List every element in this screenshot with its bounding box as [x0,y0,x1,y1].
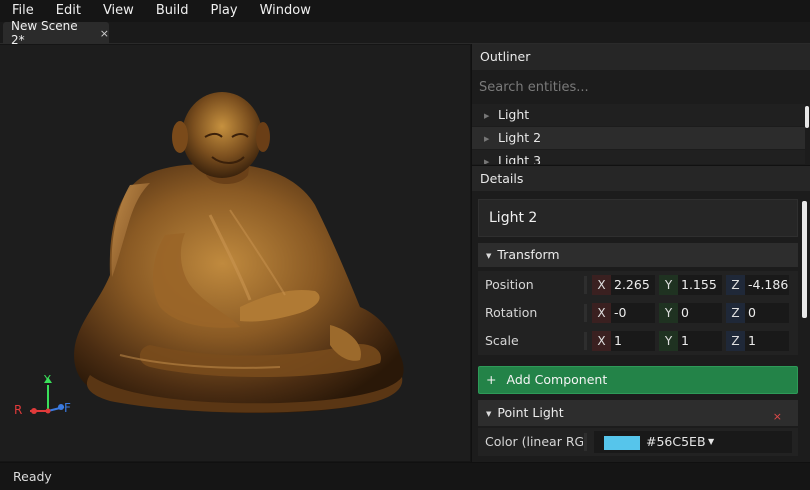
outliner-item-light-2[interactable]: ▶ Light 2 [472,127,805,149]
rotation-y-value: 0 [681,305,689,320]
scale-x-field[interactable]: X 1 [592,331,655,351]
expand-arrow-icon[interactable]: ▶ [484,151,498,165]
y-tag: Y [659,303,678,323]
outliner-item-light[interactable]: ▶ Light [472,104,805,126]
point-light-section-header[interactable]: ▼ Point Light × [478,400,798,426]
y-tag: Y [659,275,678,295]
scene-viewport[interactable]: R Y F [0,45,470,461]
document-tab-bar: New Scene 2* × [0,19,810,47]
gizmo-z-label: F [64,401,71,415]
position-x-field[interactable]: X 2.265 [592,275,655,295]
rotation-z-field[interactable]: Z 0 [726,303,789,323]
tab-label: New Scene 2* [11,19,78,47]
z-tag: Z [726,331,745,351]
collapse-caret-icon: ▼ [486,409,492,418]
status-text: Ready [13,469,52,484]
add-component-button[interactable]: + Add Component [478,366,798,394]
column-separator[interactable] [584,433,587,451]
remove-component-icon[interactable]: × [773,404,782,430]
axis-gizmo[interactable]: R Y F [12,373,82,425]
outliner-scrollbar[interactable] [805,106,809,128]
transform-section-header[interactable]: ▼ Transform [478,243,798,267]
expand-arrow-icon[interactable]: ▶ [484,128,498,150]
position-z-field[interactable]: Z -4.186 [726,275,789,295]
rotation-label: Rotation [485,305,538,320]
dropdown-arrow-icon[interactable]: ▼ [708,428,714,456]
gizmo-y-label: Y [44,373,51,386]
rotation-x-field[interactable]: X -0 [592,303,655,323]
outliner-search-input[interactable] [472,75,810,101]
right-panel: Outliner ▶Light ▶Light 2 ▶Light 3 Detail… [471,44,810,462]
position-y-field[interactable]: Y 1.155 [659,275,722,295]
z-tag: Z [726,303,745,323]
rotation-z-value: 0 [748,305,756,320]
scale-y-value: 1 [681,333,689,348]
y-tag: Y [659,331,678,351]
x-tag: X [592,303,611,323]
position-y-value: 1.155 [681,277,717,292]
scale-x-value: 1 [614,333,622,348]
rotation-row: Rotation X -0 Y 0 Z 0 [478,299,798,327]
menu-build[interactable]: Build [144,0,199,22]
gizmo-x-label: R [14,403,23,417]
expand-arrow-icon[interactable]: ▶ [484,105,498,127]
scale-z-value: 1 [748,333,756,348]
menu-play[interactable]: Play [198,0,247,22]
outliner-item-light-3[interactable]: ▶ Light 3 [472,150,805,164]
outliner-item-label: Light 2 [498,130,542,145]
column-separator[interactable] [584,276,587,294]
column-separator[interactable] [584,304,587,322]
scale-z-field[interactable]: Z 1 [726,331,789,351]
add-component-label: Add Component [506,372,608,387]
outliner-header: Outliner [472,44,810,70]
color-swatch[interactable] [604,436,640,450]
entity-name-field[interactable]: Light 2 [478,199,798,237]
menu-view[interactable]: View [91,0,144,22]
position-row: Position X 2.265 Y 1.155 Z -4.186 [478,271,798,299]
outliner-item-label: Light 3 [498,153,542,164]
x-tag: X [592,275,611,295]
plus-icon: + [486,372,497,387]
color-row: Color (linear RGE #56C5EB ▼ [478,428,798,456]
details-header: Details [472,165,810,191]
color-label: Color (linear RGE [485,434,583,449]
position-x-value: 2.265 [614,277,650,292]
rotation-y-field[interactable]: Y 0 [659,303,722,323]
z-tag: Z [726,275,745,295]
rotation-x-value: -0 [614,305,627,320]
position-z-value: -4.186 [748,277,789,292]
x-tag: X [592,331,611,351]
scale-label: Scale [485,333,519,348]
point-light-title: Point Light [497,405,564,420]
tab-new-scene-2[interactable]: New Scene 2* × [3,19,109,47]
tab-close-icon[interactable]: × [100,27,109,40]
scale-row: Scale X 1 Y 1 Z 1 [478,327,798,355]
scale-y-field[interactable]: Y 1 [659,331,722,351]
color-hex-value: #56C5EB [646,434,706,449]
status-bar: Ready [0,462,810,490]
menu-window[interactable]: Window [248,0,321,22]
outliner-item-label: Light [498,107,530,122]
position-label: Position [485,277,534,292]
details-scrollbar[interactable] [802,201,807,318]
column-separator[interactable] [584,332,587,350]
collapse-caret-icon: ▼ [486,251,492,260]
transform-title: Transform [497,247,560,262]
menu-bar: File Edit View Build Play Window [0,0,810,22]
